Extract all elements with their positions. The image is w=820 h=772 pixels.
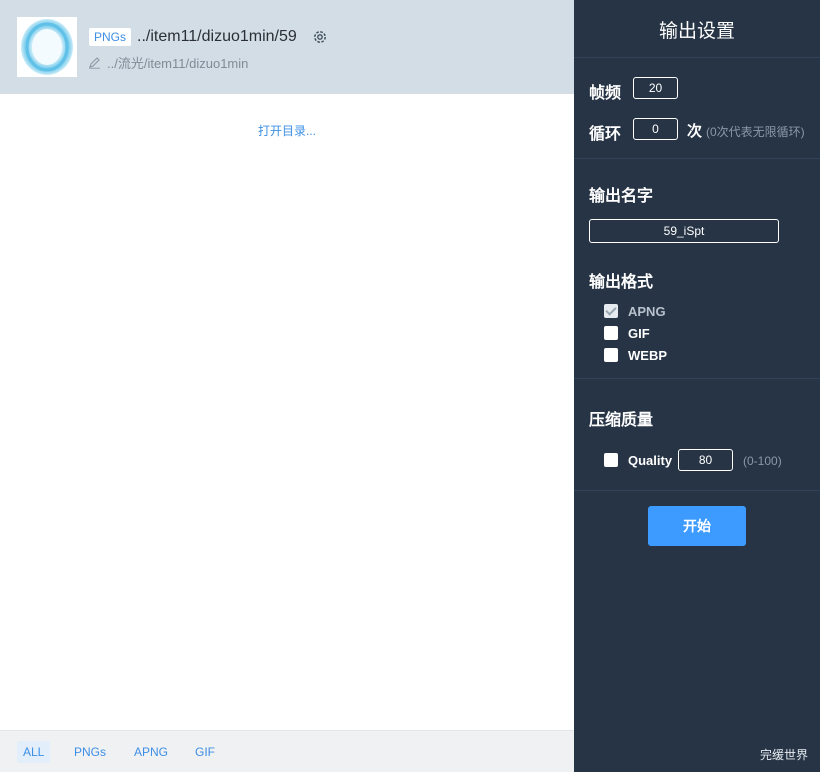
apng-checkbox[interactable] (604, 304, 618, 318)
quality-option[interactable]: Quality (604, 452, 672, 468)
divider (574, 158, 820, 159)
filter-tab-all[interactable]: ALL (17, 741, 51, 763)
item-path: ../流光/item11/dizuo1min (107, 55, 249, 71)
selected-item-card[interactable]: PNGs ../item11/dizuo1min/59 ../流光/item11… (0, 0, 574, 94)
loop-unit: 次 (687, 123, 703, 140)
format-webp-option[interactable]: WEBP (604, 347, 667, 363)
filter-tab-apng[interactable]: APNG (128, 741, 174, 763)
format-apng-option[interactable]: APNG (604, 303, 666, 319)
output-name-label: 输出名字 (589, 188, 654, 205)
gear-icon[interactable] (311, 28, 329, 46)
gif-checkbox[interactable] (604, 326, 618, 340)
item-thumbnail (17, 17, 77, 77)
start-button[interactable]: 开始 (648, 506, 746, 546)
divider (574, 57, 820, 58)
output-format-label: 输出格式 (589, 274, 654, 291)
filter-tab-gif[interactable]: GIF (189, 741, 221, 763)
path-row: ../流光/item11/dizuo1min (88, 54, 249, 71)
fps-input[interactable] (633, 77, 678, 99)
loop-hint: (0次代表无限循环) (706, 125, 805, 139)
webp-checkbox[interactable] (604, 348, 618, 362)
divider (574, 378, 820, 379)
quality-checkbox[interactable] (604, 453, 618, 467)
apng-label: APNG (628, 303, 666, 319)
gif-label: GIF (628, 325, 650, 341)
quality-input[interactable] (678, 449, 733, 471)
filter-bar: ALL PNGs APNG GIF (0, 730, 574, 772)
pencil-icon[interactable] (88, 56, 101, 69)
item-title: ../item11/dizuo1min/59 (137, 28, 297, 45)
divider (574, 490, 820, 491)
loop-label: 循环 (589, 126, 622, 143)
file-list-pane: PNGs ../item11/dizuo1min/59 ../流光/item11… (0, 0, 574, 772)
watermark: 完缓世界 (759, 748, 808, 762)
format-gif-option[interactable]: GIF (604, 325, 650, 341)
compression-quality-label: 压缩质量 (589, 412, 654, 429)
filter-tab-pngs[interactable]: PNGs (68, 741, 112, 763)
quality-hint: (0-100) (743, 454, 782, 468)
open-directory-link[interactable]: 打开目录... (0, 122, 574, 139)
type-badge: PNGs (89, 28, 132, 46)
quality-label: Quality (628, 452, 673, 468)
fps-label: 帧频 (589, 85, 622, 102)
webp-label: WEBP (628, 347, 667, 363)
panel-title: 输出设置 (658, 21, 735, 42)
output-settings-panel: 输出设置 帧频 循环 次 (0次代表无限循环) 输出名字 输出格式 APNG G… (574, 0, 820, 772)
output-name-input[interactable] (589, 219, 779, 243)
loop-input[interactable] (633, 118, 678, 140)
